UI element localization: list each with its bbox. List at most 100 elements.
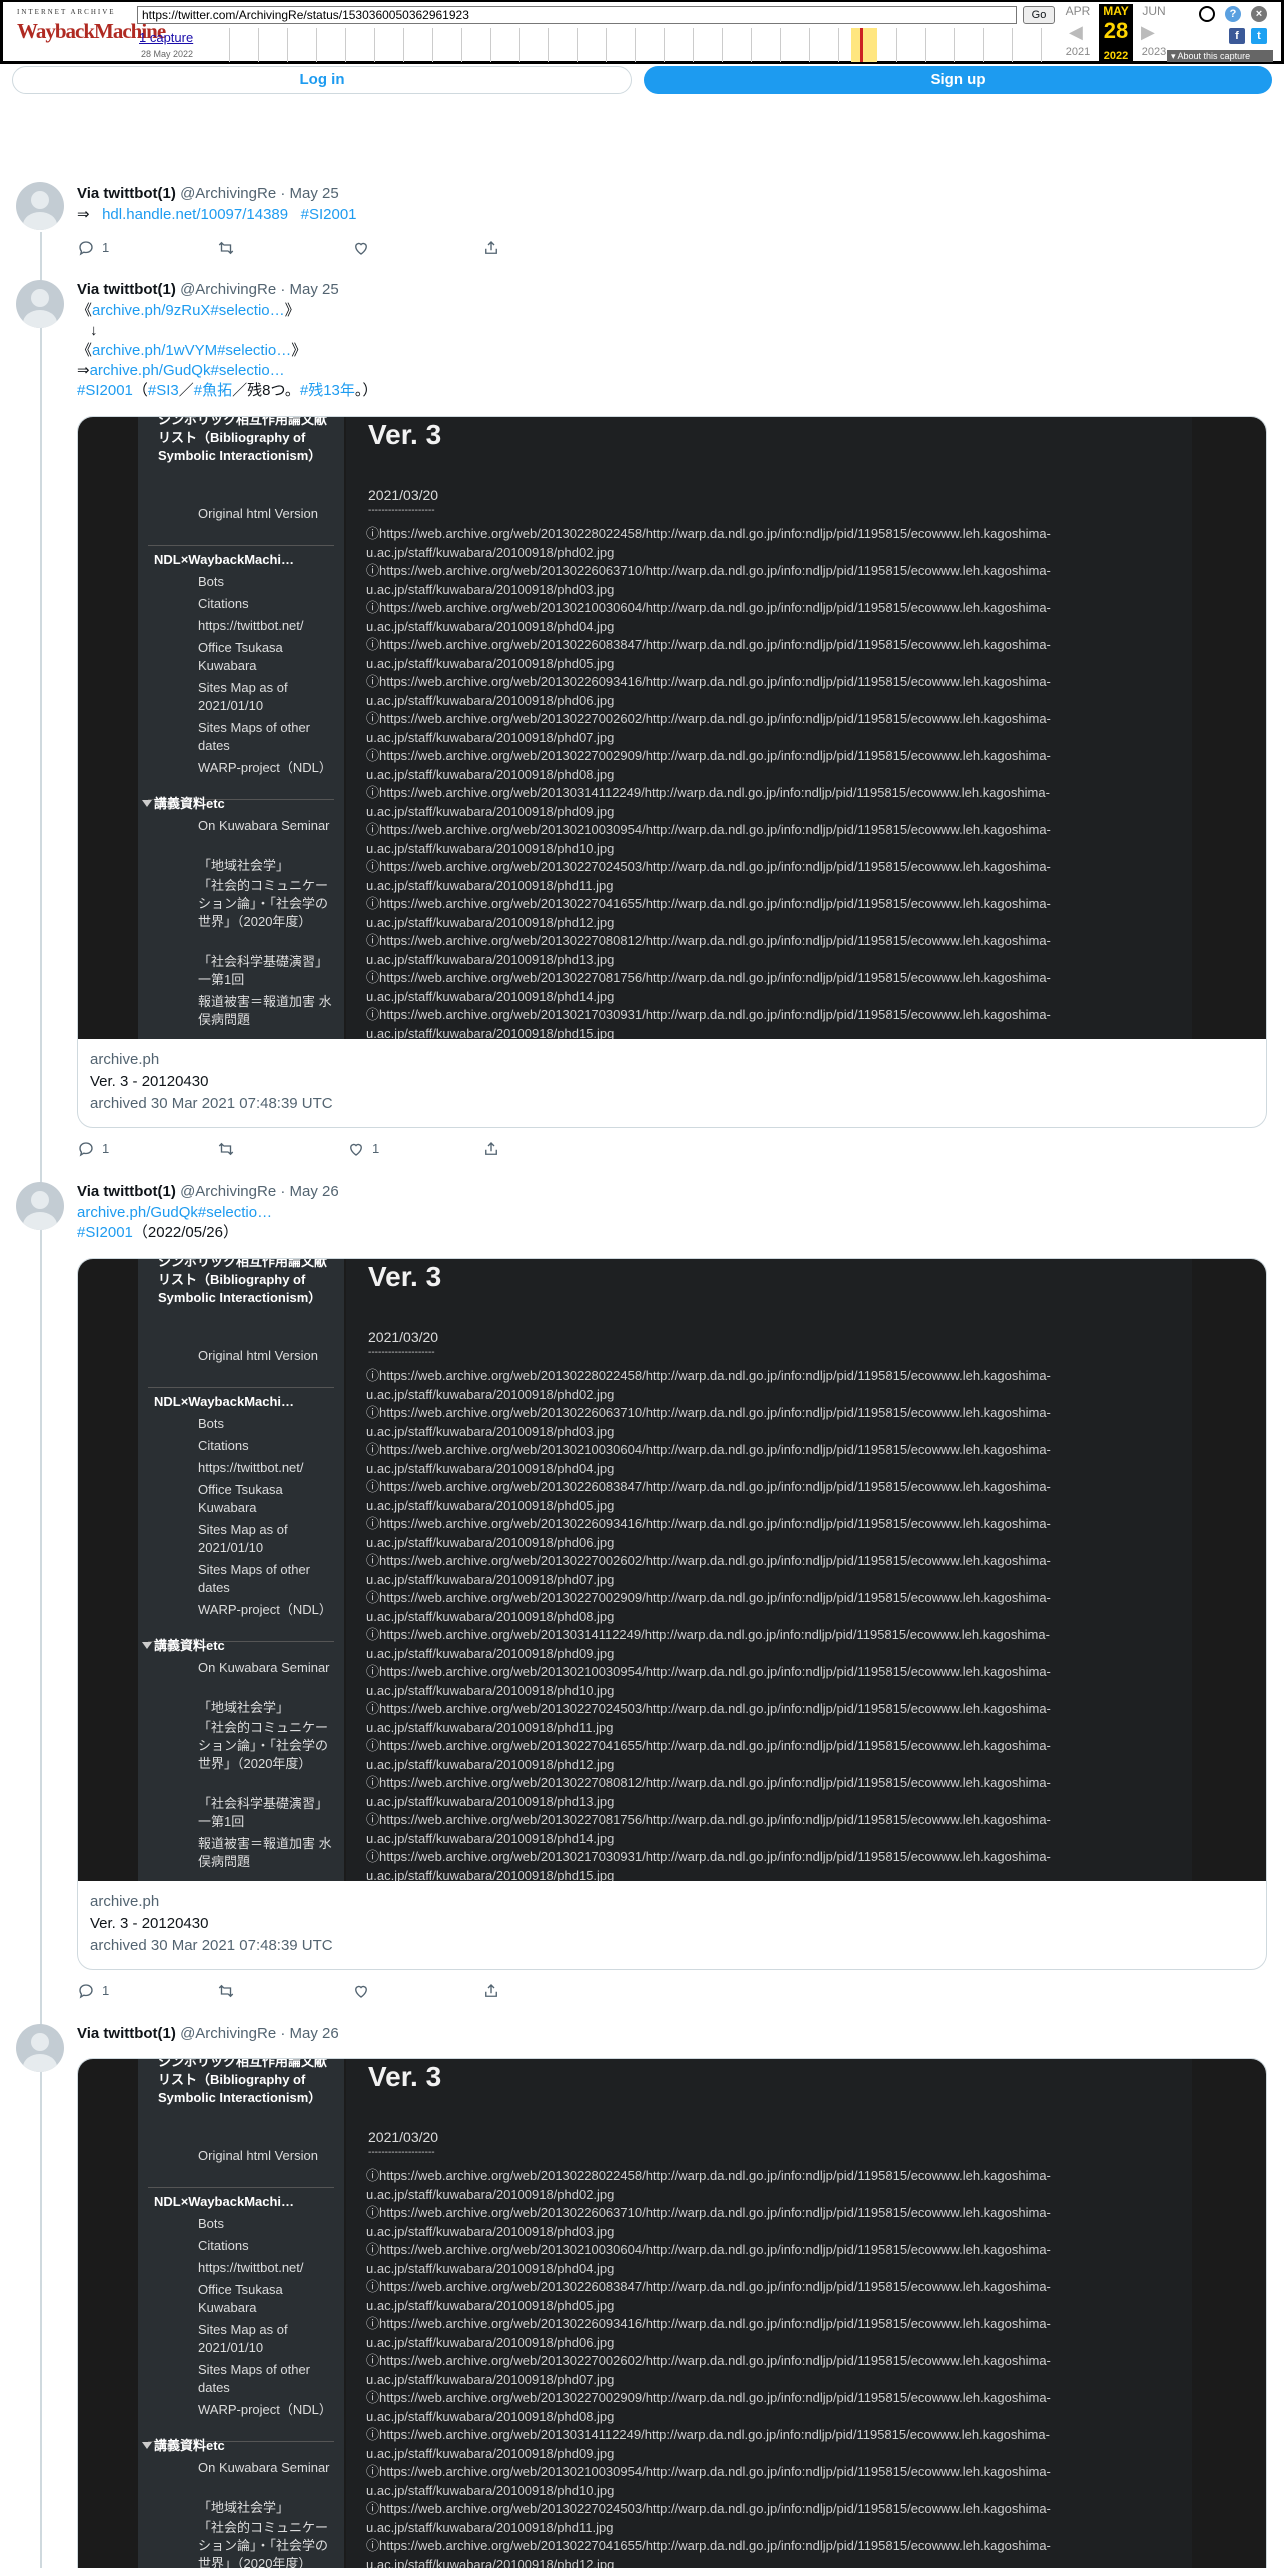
tweet-link[interactable]: archive.ph/GudQk#selectio… xyxy=(77,1204,272,1221)
sidebar-item: Original html Version xyxy=(198,506,318,521)
year-prev[interactable]: 2021 xyxy=(1061,46,1095,58)
tweet-actions: 1 xyxy=(77,238,517,258)
avatar[interactable] xyxy=(16,182,64,230)
login-button[interactable]: Log in xyxy=(12,66,632,94)
wayback-logo[interactable]: INTERNET ARCHIVE WaybackMachine xyxy=(17,8,166,58)
month-prev[interactable]: APR xyxy=(1061,4,1095,18)
link-card[interactable]: シンボリック相互作用論文献リスト（Bibliography of Symboli… xyxy=(77,416,1267,1128)
avatar[interactable] xyxy=(16,280,64,328)
sidebar-item: WARP-project（NDL） xyxy=(198,2402,332,2417)
url-item: ⓘhttps://web.archive.org/web/20130226063… xyxy=(366,2205,1051,2239)
bracket-open: 《 xyxy=(77,302,93,319)
reply-count: 1 xyxy=(102,1983,110,1998)
sidebar-item: https://twittbot.net/ xyxy=(198,2260,304,2275)
author-handle[interactable]: @ArchivingRe xyxy=(180,281,276,298)
account-icon[interactable] xyxy=(1199,6,1215,22)
tweet-text-line: #SI2001（2022/05/26） xyxy=(77,1223,238,1243)
card-meta: archive.ph Ver. 3 - 20120430 archived 30… xyxy=(90,1891,1250,1957)
tweet-header: Via twittbot(1) @ArchivingRe · May 25 xyxy=(77,281,339,298)
close-icon[interactable]: × xyxy=(1251,6,1267,22)
author-name[interactable]: Via twittbot(1) xyxy=(77,281,176,298)
logo-wayback-machine: WaybackMachine xyxy=(17,19,166,43)
captures-link[interactable]: 1 capture xyxy=(139,30,193,45)
sidebar-group: NDL×WaybackMachi… xyxy=(154,1393,340,1411)
author-name[interactable]: Via twittbot(1) xyxy=(77,185,176,202)
hashtag-link[interactable]: #SI3 xyxy=(148,382,179,399)
card-main-content: Ver. 3 2021/03/20 -------------------- ⓘ… xyxy=(346,2059,1192,2568)
triangle-icon xyxy=(142,1642,152,1649)
hashtag-link[interactable]: #魚拓 xyxy=(194,382,232,399)
sidebar-group: 講義資料etc xyxy=(142,1637,225,1655)
url-item: ⓘhttps://web.archive.org/web/20130227002… xyxy=(366,2390,1051,2424)
card-dash: -------------------- xyxy=(368,505,435,516)
card-url-list: ⓘhttps://web.archive.org/web/20130228022… xyxy=(366,1367,1166,1881)
author-handle[interactable]: @ArchivingRe xyxy=(180,1183,276,1200)
author-handle[interactable]: @ArchivingRe xyxy=(180,185,276,202)
sidebar-item: https://twittbot.net/ xyxy=(198,618,304,633)
bracket-open: 《 xyxy=(77,342,93,359)
prev-arrow-icon[interactable]: ◀ xyxy=(1069,22,1083,43)
url-item: ⓘhttps://web.archive.org/web/20130226093… xyxy=(366,1516,1051,1550)
down-arrow-text: ↓ xyxy=(90,322,98,339)
url-item: ⓘhttps://web.archive.org/web/20130226083… xyxy=(366,2279,1051,2313)
tweet-text-line: 《archive.ph/1wVYM#selectio…》 xyxy=(77,341,306,361)
help-icon[interactable]: ? xyxy=(1225,6,1241,22)
author-name[interactable]: Via twittbot(1) xyxy=(77,1183,176,1200)
tweet-link[interactable]: archive.ph/GudQk#selectio… xyxy=(90,362,285,379)
tweet-link[interactable]: archive.ph/1wVYM#selectio… xyxy=(92,342,291,359)
sidebar-item: WARP-project（NDL） xyxy=(198,1602,332,1617)
about-capture-button[interactable]: ▾ About this capture xyxy=(1167,50,1273,62)
facebook-icon[interactable]: f xyxy=(1229,28,1245,44)
sidebar-item: 「社会的コミュニケーション論」・「社会学の世界」（2020年度） xyxy=(198,878,329,929)
tweet-date[interactable]: May 26 xyxy=(290,1183,339,1200)
hashtag-link[interactable]: #残13年 xyxy=(300,382,355,399)
sidebar-item: 「社会的コミュニケーション論」・「社会学の世界」（2020年度） xyxy=(198,2520,329,2568)
tweet-link[interactable]: archive.ph/9zRuX#selectio… xyxy=(92,302,285,319)
hashtag-link[interactable]: #SI2001 xyxy=(77,1224,133,1241)
url-item: ⓘhttps://web.archive.org/web/20130210030… xyxy=(366,1664,1051,1698)
tweet-date[interactable]: May 26 xyxy=(290,2025,339,2042)
card-image: シンボリック相互作用論文献リスト（Bibliography of Symboli… xyxy=(78,2059,1266,2568)
retweet-icon xyxy=(218,1984,234,1998)
url-item: ⓘhttps://web.archive.org/web/20130210030… xyxy=(366,822,1051,856)
sidebar-group-label: NDL×WaybackMachi… xyxy=(154,1394,295,1409)
url-item: ⓘhttps://web.archive.org/web/20130227080… xyxy=(366,1775,1051,1809)
signup-button[interactable]: Sign up xyxy=(644,66,1272,94)
tweet-actions: 1 xyxy=(77,1981,517,2001)
hashtag-link[interactable]: #SI2001 xyxy=(301,206,357,223)
sidebar-item: Bots xyxy=(198,2216,225,2231)
card-url-list: ⓘhttps://web.archive.org/web/20130228022… xyxy=(366,2167,1166,2568)
next-arrow-icon[interactable]: ▶ xyxy=(1141,22,1155,43)
sidebar-item: 「地域社会学」 xyxy=(198,858,290,873)
url-item: ⓘhttps://web.archive.org/web/20130227002… xyxy=(366,1553,1051,1587)
date-text: （2022/05/26） xyxy=(132,1224,238,1241)
tweet-actions: 1 1 xyxy=(77,1139,517,1159)
twitter-icon[interactable]: t xyxy=(1251,28,1267,44)
avatar[interactable] xyxy=(16,1182,64,1230)
capture-timeline[interactable] xyxy=(229,28,1069,62)
card-date: 2021/03/20 xyxy=(368,2129,439,2145)
day-current: 28 xyxy=(1103,18,1129,43)
sidebar-divider xyxy=(148,545,334,546)
tweet-date[interactable]: May 25 xyxy=(290,185,339,202)
link-card[interactable]: シンボリック相互作用論文献リスト（Bibliography of Symboli… xyxy=(77,1258,1267,1970)
go-button[interactable]: Go xyxy=(1023,6,1055,24)
card-dash: -------------------- xyxy=(368,1347,435,1358)
author-handle[interactable]: @ArchivingRe xyxy=(180,2025,276,2042)
url-item: ⓘhttps://web.archive.org/web/20130227081… xyxy=(366,970,1051,1004)
link-card[interactable]: シンボリック相互作用論文献リスト（Bibliography of Symboli… xyxy=(77,2058,1267,2568)
author-name[interactable]: Via twittbot(1) xyxy=(77,2025,176,2042)
hashtag-link[interactable]: #SI2001 xyxy=(77,382,133,399)
tweet-text-line: #SI2001（#SI3／#魚拓／残8つ。#残13年。） xyxy=(77,381,377,401)
url-item: ⓘhttps://web.archive.org/web/20130227024… xyxy=(366,1701,1051,1735)
avatar[interactable] xyxy=(16,2024,64,2072)
url-item: ⓘhttps://web.archive.org/web/20130210030… xyxy=(366,2464,1051,2498)
tweet-date[interactable]: May 25 xyxy=(290,281,339,298)
card-sidebar: シンボリック相互作用論文献リスト（Bibliography of Symboli… xyxy=(138,1259,344,1881)
bracket-close: 》 xyxy=(284,302,300,319)
url-item: ⓘhttps://web.archive.org/web/20130228022… xyxy=(366,526,1051,560)
wayback-url-input[interactable] xyxy=(137,6,1017,24)
auth-bar: Log in Sign up xyxy=(12,66,1272,94)
tweet-text-line: ⇒archive.ph/GudQk#selectio… xyxy=(77,361,285,381)
tweet-link[interactable]: hdl.handle.net/10097/14389 xyxy=(102,206,288,223)
